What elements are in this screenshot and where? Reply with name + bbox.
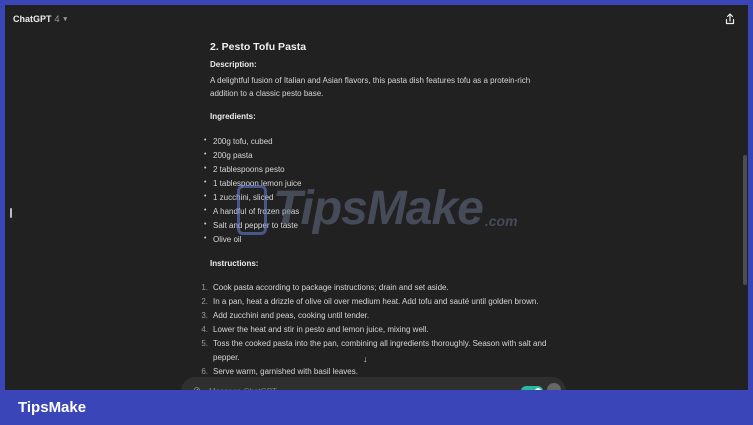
step-text: Serve warm, garnished with basil leaves. — [213, 367, 358, 376]
scrollbar-thumb[interactable] — [743, 155, 747, 285]
step-number: 2. — [201, 297, 208, 306]
message-composer: ⊘ — [181, 377, 566, 390]
step-text: Cook pasta according to package instruct… — [213, 283, 449, 292]
ingredients-label: Ingredients: — [210, 112, 256, 121]
chat-window: ChatGPT 4 ▾ 2. Pesto Tofu Pasta Descript… — [5, 5, 748, 390]
watermark-suffix: .com — [484, 213, 518, 229]
ingredient-item: 200g pasta — [204, 148, 302, 163]
model-selector[interactable]: ChatGPT 4 ▾ — [13, 14, 67, 24]
footer-banner: TipsMake — [0, 390, 753, 425]
instruction-step: 1. Cook pasta according to package instru… — [201, 281, 555, 295]
step-number: 1. — [201, 283, 208, 292]
step-number: 3. — [201, 311, 208, 320]
step-text: Lower the heat and stir in pesto and lem… — [213, 325, 429, 334]
ingredient-item: 1 zucchini, sliced — [204, 190, 302, 205]
app-name: ChatGPT — [13, 14, 52, 24]
instructions-label: Instructions: — [210, 259, 259, 268]
description-label: Description: — [210, 60, 257, 69]
sidebar-toggle-handle[interactable] — [10, 208, 12, 218]
ingredients-list: 200g tofu, cubed 200g pasta 2 tablespoon… — [204, 134, 302, 247]
step-number: 5. — [201, 339, 208, 348]
instruction-step: 3. Add zucchini and peas, cooking until t… — [201, 309, 555, 323]
instruction-step: 5. Toss the cooked pasta into the pan, co… — [201, 337, 555, 365]
recipe-heading: 2. Pesto Tofu Pasta — [210, 41, 307, 53]
ingredient-item: 2 tablespoons pesto — [204, 162, 302, 177]
step-text: Toss the cooked pasta into the pan, comb… — [213, 339, 547, 362]
description-text: A delightful fusion of Italian and Asian… — [210, 76, 531, 98]
step-text: Add zucchini and peas, cooking until ten… — [213, 311, 370, 320]
ingredient-item: 200g tofu, cubed — [204, 134, 302, 149]
send-button[interactable] — [547, 383, 561, 390]
ingredient-item: Olive oil — [204, 232, 302, 247]
model-version: 4 — [54, 14, 60, 24]
watermark-text: TipsMake — [273, 182, 484, 235]
scroll-down-icon[interactable]: ↓ — [363, 354, 368, 364]
footer-brand: TipsMake — [18, 399, 87, 416]
step-number: 4. — [201, 325, 208, 334]
instruction-step: 4. Lower the heat and stir in pesto and l… — [201, 323, 555, 337]
ingredient-item: A handful of frozen peas — [204, 204, 302, 219]
instruction-step: 2. In a pan, heat a drizzle of olive oil … — [201, 295, 555, 309]
chat-header: ChatGPT 4 ▾ — [5, 5, 748, 33]
chevron-down-icon: ▾ — [63, 16, 68, 23]
step-text: In a pan, heat a drizzle of olive oil ov… — [213, 297, 539, 306]
ingredient-item: 1 tablespoon lemon juice — [204, 176, 301, 191]
share-icon — [725, 13, 735, 25]
share-button[interactable] — [722, 11, 738, 27]
instructions-list: 1. Cook pasta according to package instru… — [201, 281, 555, 379]
ingredient-item: Salt and pepper to taste — [204, 218, 302, 233]
